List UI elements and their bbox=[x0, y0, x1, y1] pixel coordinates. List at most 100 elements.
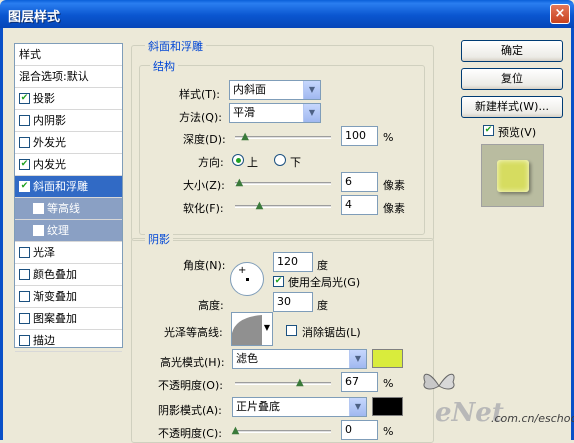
sidebar-item[interactable]: 混合选项:默认 bbox=[15, 66, 122, 88]
gloss-contour-picker[interactable]: ▼ bbox=[231, 312, 273, 346]
sidebar-item-checkbox[interactable]: ✔ bbox=[19, 180, 30, 192]
styles-list: 样式 混合选项:默认 ✔ 投影 内阴影 外发光 ✔ 内发光 ✔ 斜面和浮雕 等高线 纹理 光泽 颜色叠加渐… bbox=[14, 43, 123, 352]
sidebar-item-checkbox[interactable] bbox=[19, 114, 30, 126]
size-slider-thumb[interactable]: ▲ bbox=[235, 177, 244, 188]
style-label: 样式(T): bbox=[179, 88, 221, 101]
direction-up-radio[interactable] bbox=[232, 154, 244, 166]
preview-checkbox[interactable]: ✔ bbox=[483, 125, 494, 136]
sidebar-item[interactable]: 描边 bbox=[15, 330, 122, 352]
depth-label: 深度(D): bbox=[183, 133, 226, 146]
technique-value: 平滑 bbox=[233, 106, 255, 119]
angle-unit: 度 bbox=[317, 259, 328, 272]
global-light-label: 使用全局光(G) bbox=[288, 276, 361, 289]
sidebar-item-label: 外发光 bbox=[33, 136, 66, 149]
highlight-mode-dropdown[interactable]: 滤色 ▼ bbox=[232, 349, 367, 369]
sidebar-item-label: 斜面和浮雕 bbox=[33, 180, 88, 193]
sidebar-item[interactable]: 颜色叠加 bbox=[15, 264, 122, 286]
reset-button[interactable]: 复位 bbox=[461, 68, 563, 90]
size-unit: 像素 bbox=[383, 179, 405, 192]
shadow-opacity-thumb[interactable]: ▲ bbox=[231, 425, 240, 436]
highlight-opacity-track[interactable] bbox=[235, 382, 331, 385]
sidebar-item-checkbox[interactable] bbox=[19, 268, 30, 280]
sidebar-item-checkbox[interactable] bbox=[33, 202, 44, 214]
direction-down-radio[interactable] bbox=[274, 154, 286, 166]
sidebar-item-label: 混合选项:默认 bbox=[19, 70, 89, 83]
direction-label: 方向: bbox=[198, 156, 224, 169]
antialias-checkbox[interactable] bbox=[286, 325, 297, 336]
sidebar-item-checkbox[interactable] bbox=[19, 136, 30, 148]
sidebar-item-label: 内发光 bbox=[33, 158, 66, 171]
altitude-label: 高度: bbox=[198, 299, 224, 312]
soften-slider-track[interactable] bbox=[235, 205, 331, 208]
direction-down-label: 下 bbox=[290, 156, 301, 169]
highlight-mode-label: 高光模式(H): bbox=[160, 356, 225, 369]
highlight-opacity-label: 不透明度(O): bbox=[158, 379, 223, 392]
sidebar-item-checkbox[interactable] bbox=[19, 334, 30, 346]
technique-dropdown[interactable]: 平滑 ▼ bbox=[229, 103, 321, 123]
sidebar-item[interactable]: 渐变叠加 bbox=[15, 286, 122, 308]
shadow-mode-value: 正片叠底 bbox=[236, 400, 280, 413]
style-value: 内斜面 bbox=[233, 83, 266, 96]
sidebar-item-label: 样式 bbox=[19, 48, 41, 61]
shadow-opacity-label: 不透明度(C): bbox=[158, 427, 222, 440]
style-dropdown[interactable]: 内斜面 ▼ bbox=[229, 80, 321, 100]
sidebar-item[interactable]: 内阴影 bbox=[15, 110, 122, 132]
new-style-button[interactable]: 新建样式(W)... bbox=[461, 96, 563, 118]
sidebar-item-checkbox[interactable] bbox=[19, 290, 30, 302]
close-button[interactable]: × bbox=[550, 4, 570, 24]
shadow-mode-dropdown[interactable]: 正片叠底 ▼ bbox=[232, 397, 367, 417]
altitude-input[interactable]: 30 bbox=[273, 292, 313, 312]
sidebar-item-label: 描边 bbox=[33, 334, 55, 347]
sidebar-item[interactable]: 外发光 bbox=[15, 132, 122, 154]
sidebar-item[interactable]: ✔ 内发光 bbox=[15, 154, 122, 176]
shadow-opacity-input[interactable]: 0 bbox=[341, 420, 378, 440]
shadow-color-swatch[interactable] bbox=[372, 397, 403, 416]
chevron-down-icon: ▼ bbox=[303, 104, 320, 122]
sidebar-item-label: 光泽 bbox=[33, 246, 55, 259]
size-slider-track[interactable] bbox=[235, 182, 331, 185]
depth-input[interactable]: 100 bbox=[341, 126, 378, 146]
ok-button[interactable]: 确定 bbox=[461, 40, 563, 62]
altitude-unit: 度 bbox=[317, 299, 328, 312]
shadow-opacity-track[interactable] bbox=[235, 430, 331, 433]
sidebar-item[interactable]: ✔ 投影 bbox=[15, 88, 122, 110]
structure-title: 结构 bbox=[150, 58, 178, 74]
angle-label: 角度(N): bbox=[183, 259, 226, 272]
size-label: 大小(Z): bbox=[183, 179, 225, 192]
sidebar-item[interactable]: 图案叠加 bbox=[15, 308, 122, 330]
sidebar-item[interactable]: 纹理 bbox=[15, 220, 122, 242]
sidebar-item-checkbox[interactable] bbox=[19, 312, 30, 324]
soften-unit: 像素 bbox=[383, 202, 405, 215]
butterfly-icon bbox=[423, 373, 455, 390]
sidebar-item[interactable]: 光泽 bbox=[15, 242, 122, 264]
sidebar-item-checkbox[interactable]: ✔ bbox=[19, 158, 30, 170]
depth-unit: % bbox=[383, 131, 394, 144]
soften-slider-thumb[interactable]: ▲ bbox=[255, 200, 264, 211]
sidebar-item-label: 图案叠加 bbox=[33, 312, 77, 325]
antialias-label: 消除锯齿(L) bbox=[302, 326, 361, 339]
sidebar-item-checkbox[interactable] bbox=[33, 224, 44, 236]
depth-slider-thumb[interactable]: ▲ bbox=[241, 131, 250, 142]
sidebar-item-label: 内阴影 bbox=[33, 114, 66, 127]
highlight-opacity-unit: % bbox=[383, 377, 394, 390]
chevron-down-icon: ▼ bbox=[349, 398, 366, 416]
global-light-checkbox[interactable]: ✔ bbox=[273, 276, 284, 287]
chevron-down-icon: ▼ bbox=[349, 350, 366, 368]
preview-swatch bbox=[497, 160, 529, 192]
soften-input[interactable]: 4 bbox=[341, 195, 378, 215]
angle-input[interactable]: 120 bbox=[273, 252, 313, 272]
sidebar-item-label: 渐变叠加 bbox=[33, 290, 77, 303]
sidebar-item-checkbox[interactable] bbox=[19, 246, 30, 258]
chevron-down-icon: ▼ bbox=[263, 323, 270, 332]
title-bar[interactable]: 图层样式 × bbox=[0, 0, 574, 28]
highlight-opacity-input[interactable]: 67 bbox=[341, 372, 378, 392]
sidebar-item-checkbox[interactable]: ✔ bbox=[19, 92, 30, 104]
sidebar-item[interactable]: ✔ 斜面和浮雕 bbox=[15, 176, 122, 198]
size-input[interactable]: 6 bbox=[341, 172, 378, 192]
sidebar-item-label: 纹理 bbox=[47, 224, 69, 237]
window-title: 图层样式 bbox=[8, 10, 61, 25]
sidebar-item[interactable]: 等高线 bbox=[15, 198, 122, 220]
angle-dial[interactable]: + bbox=[230, 262, 264, 296]
highlight-opacity-thumb[interactable]: ▲ bbox=[295, 377, 304, 388]
highlight-color-swatch[interactable] bbox=[372, 349, 403, 368]
